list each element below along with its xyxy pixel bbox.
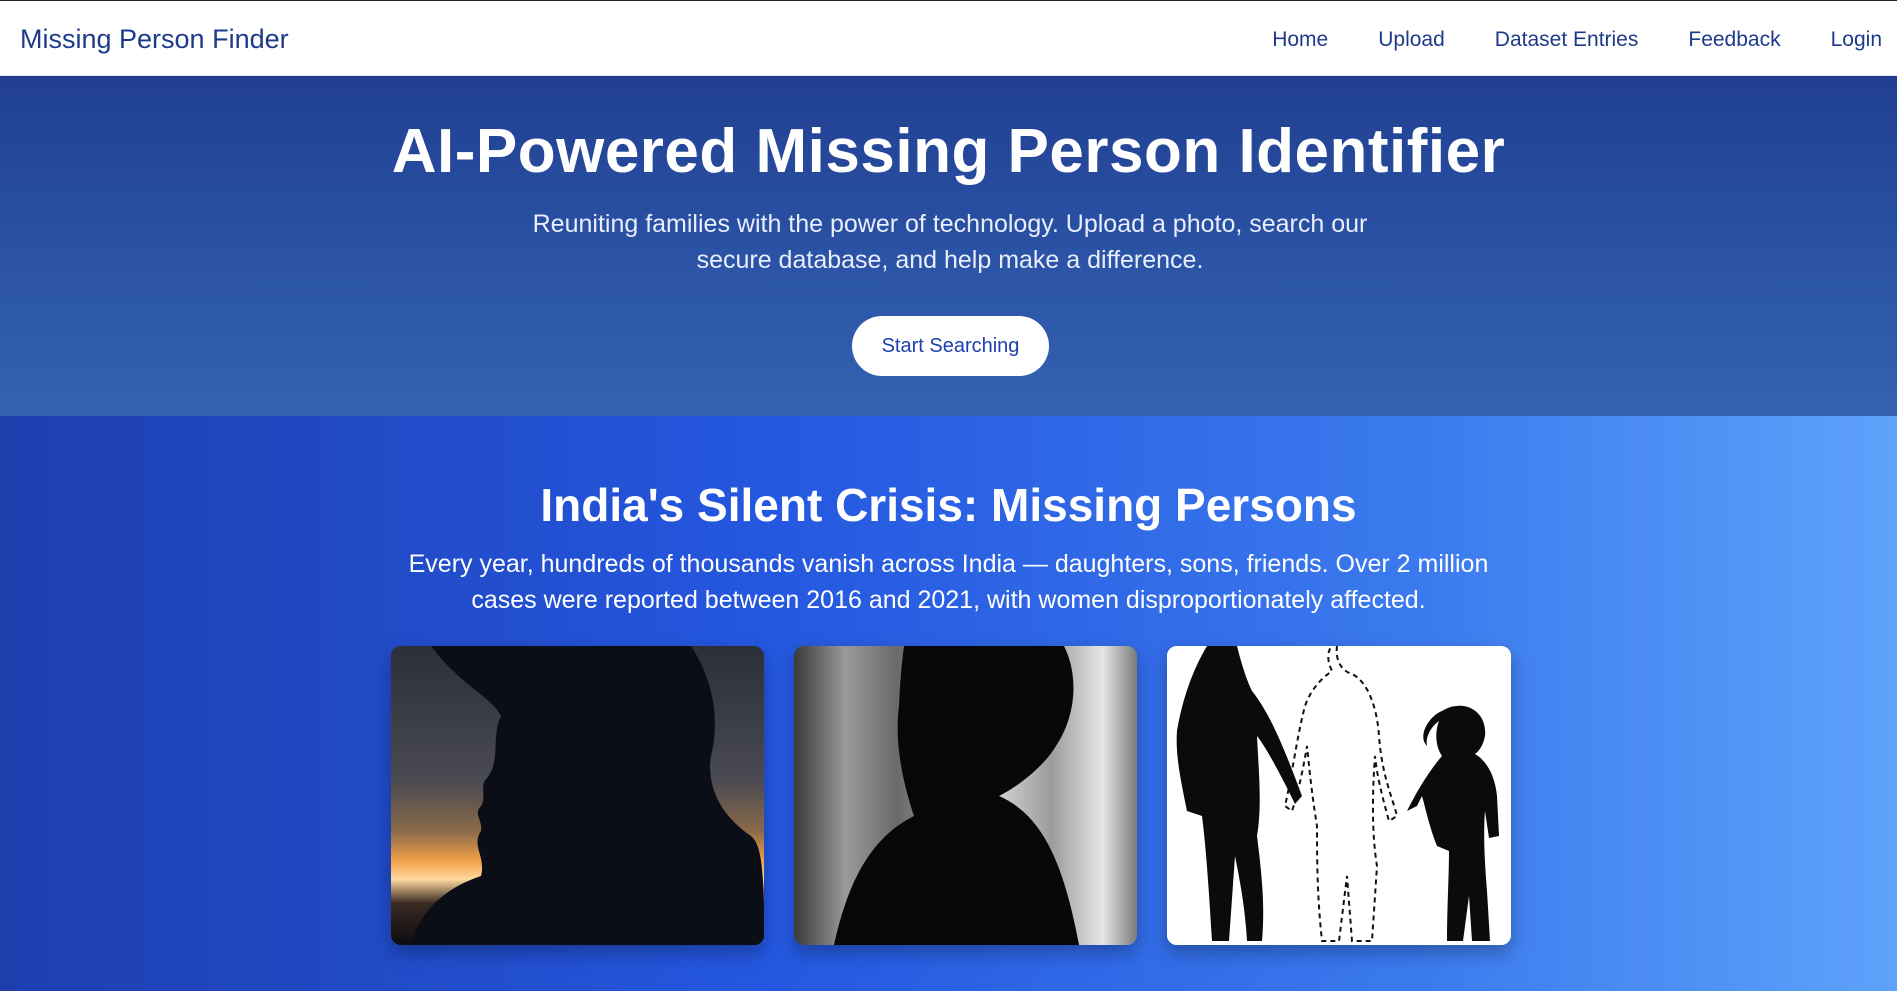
nav-home-link[interactable]: Home [1272,28,1328,52]
brand-link[interactable]: Missing Person Finder [20,24,289,55]
start-searching-button[interactable]: Start Searching [852,316,1049,376]
boy-silhouette-image [794,646,1137,945]
nav-feedback-link[interactable]: Feedback [1688,28,1780,52]
hero-subtitle: Reuniting families with the power of tec… [532,210,1368,274]
nav-links: Home Upload Dataset Entries Feedback Log… [1272,28,1882,52]
crisis-section: India's Silent Crisis: Missing Persons E… [0,416,1897,991]
nav-dataset-entries-link[interactable]: Dataset Entries [1495,28,1639,52]
nav-login-link[interactable]: Login [1831,28,1882,52]
navbar: Missing Person Finder Home Upload Datase… [0,0,1897,76]
hero-title: AI-Powered Missing Person Identifier [391,117,1506,186]
nav-upload-link[interactable]: Upload [1378,28,1445,52]
woman-silhouette-image [391,646,764,945]
image-gallery [0,416,1897,991]
family-silhouette-image [1167,646,1511,945]
hero-section: AI-Powered Missing Person Identifier Reu… [0,76,1897,416]
